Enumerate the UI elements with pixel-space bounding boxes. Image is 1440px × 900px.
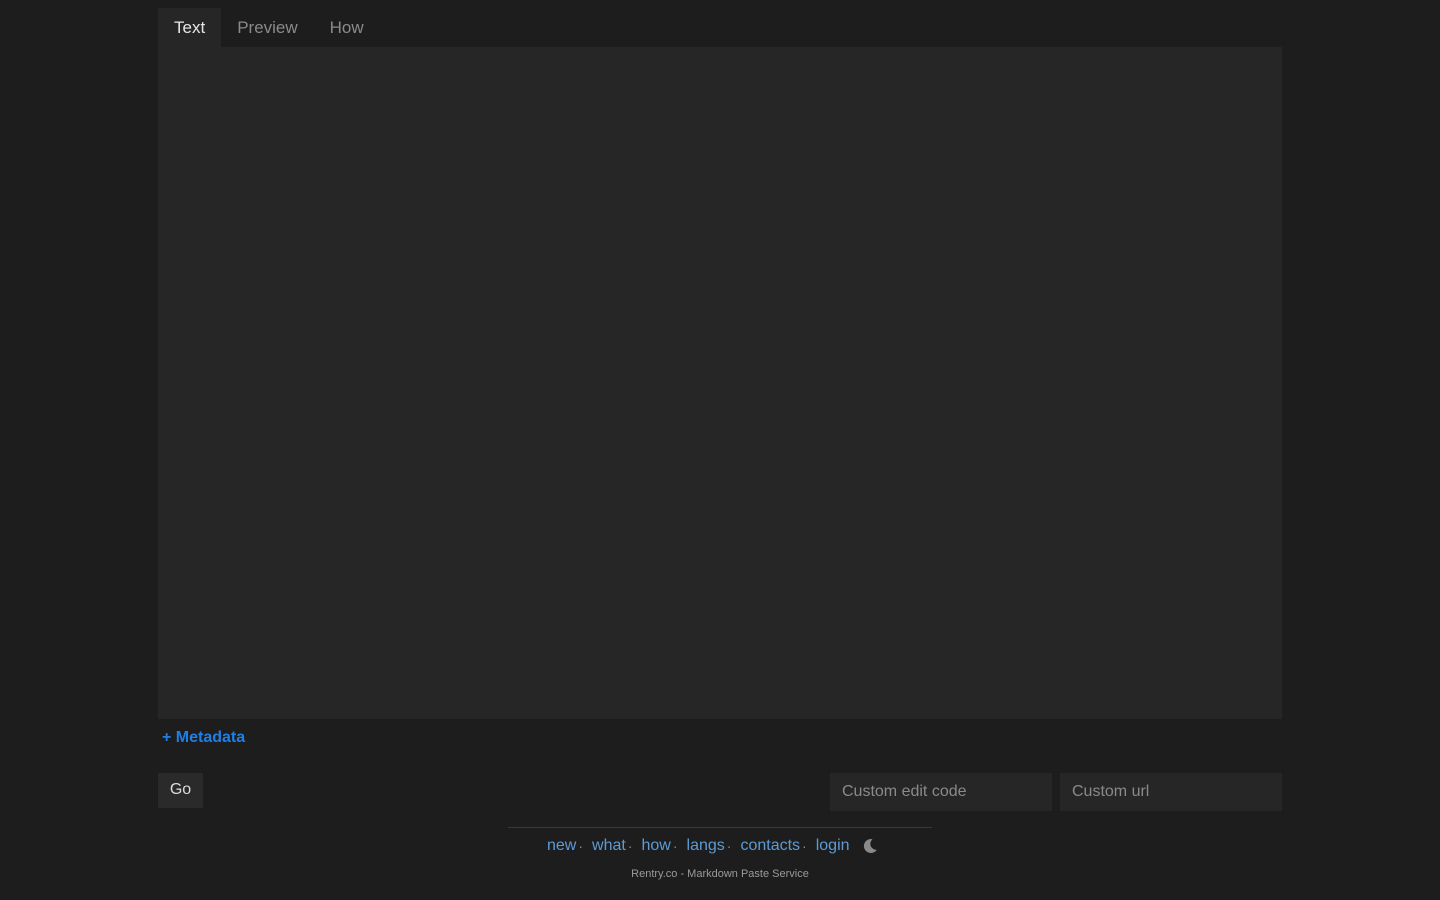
tab-bar: Text Preview How: [158, 8, 1282, 47]
nav-separator: ·: [627, 838, 633, 854]
nav-link-contacts[interactable]: contacts: [740, 837, 800, 855]
go-button[interactable]: Go: [158, 773, 203, 808]
nav-link-how[interactable]: how: [642, 837, 671, 855]
nav-separator: ·: [672, 838, 678, 854]
nav-link-what[interactable]: what: [592, 837, 626, 855]
site-tagline: Rentry.co - Markdown Paste Service: [631, 868, 809, 880]
nav-separator: ·: [726, 838, 732, 854]
metadata-toggle-link[interactable]: + Metadata: [162, 729, 245, 747]
moon-icon[interactable]: [861, 837, 879, 855]
tab-how[interactable]: How: [314, 8, 380, 47]
custom-edit-code-input[interactable]: [830, 773, 1052, 811]
tab-preview[interactable]: Preview: [221, 8, 313, 47]
nav-link-langs[interactable]: langs: [687, 837, 725, 855]
nav-link-new[interactable]: new: [547, 837, 576, 855]
footer-nav: new · what · how · langs · contacts · lo…: [547, 835, 879, 857]
text-editor[interactable]: [158, 47, 1282, 719]
custom-url-input[interactable]: [1060, 773, 1282, 811]
nav-separator: ·: [802, 838, 807, 854]
moon-icon-svg: [863, 839, 877, 854]
nav-link-login[interactable]: login: [816, 837, 850, 855]
tab-text[interactable]: Text: [158, 8, 222, 47]
editor-panel: Text Preview How: [158, 8, 1282, 719]
nav-separator: ·: [578, 838, 584, 854]
footer-divider: [508, 827, 932, 828]
